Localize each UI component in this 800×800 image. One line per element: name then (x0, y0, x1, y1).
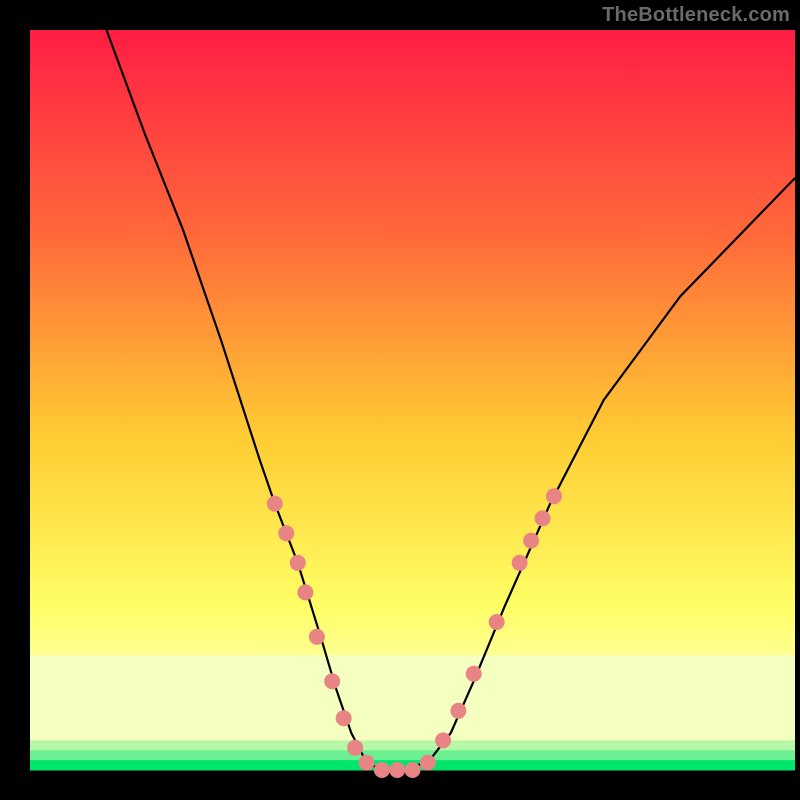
highlight-point (389, 762, 405, 778)
highlight-point (347, 740, 363, 756)
highlight-point (267, 496, 283, 512)
highlight-point (523, 533, 539, 549)
highlight-point (450, 703, 466, 719)
highlight-point (535, 510, 551, 526)
highlight-point (435, 732, 451, 748)
watermark-text: TheBottleneck.com (602, 4, 790, 27)
highlight-point (278, 525, 294, 541)
highlight-point (512, 555, 528, 571)
highlight-point (290, 555, 306, 571)
pale-band (30, 655, 795, 740)
highlight-point (297, 584, 313, 600)
chart-container: TheBottleneck.com (0, 0, 800, 800)
highlight-point (336, 710, 352, 726)
bottleneck-chart (0, 0, 800, 800)
highlight-point (405, 762, 421, 778)
highlight-point (324, 673, 340, 689)
highlight-point (420, 755, 436, 771)
highlight-point (489, 614, 505, 630)
highlight-point (546, 488, 562, 504)
highlight-point (374, 762, 390, 778)
highlight-point (466, 666, 482, 682)
highlight-point (309, 629, 325, 645)
highlight-point (359, 755, 375, 771)
